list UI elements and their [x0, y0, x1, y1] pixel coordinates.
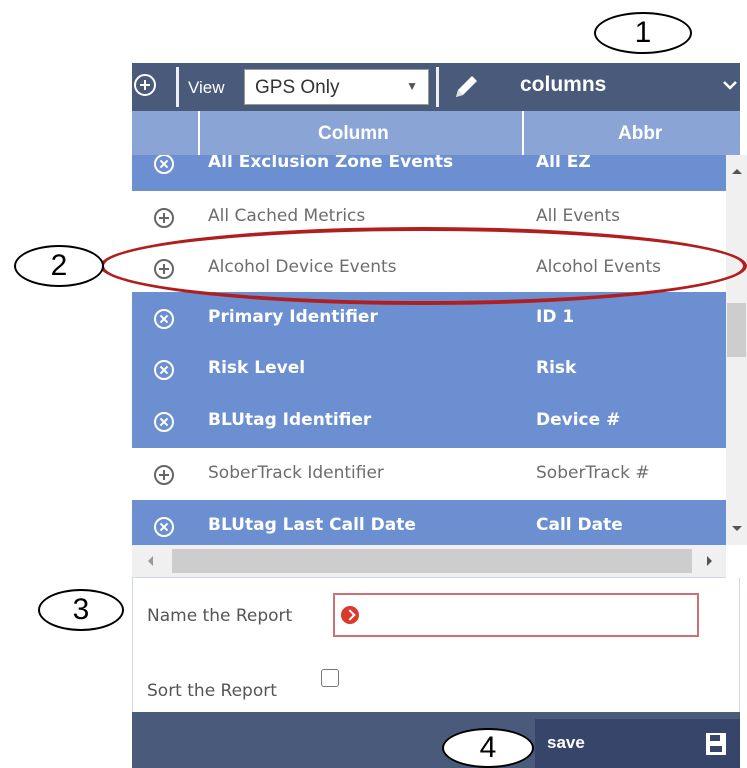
- save-label: save: [547, 733, 585, 752]
- callout-4: 4: [442, 728, 534, 768]
- add-circle-icon[interactable]: [154, 208, 174, 228]
- scroll-down-arrow-icon[interactable]: [732, 526, 742, 531]
- header-divider: [198, 111, 200, 155]
- remove-circle-icon[interactable]: [154, 517, 174, 537]
- pencil-icon[interactable]: [452, 71, 482, 101]
- header-divider: [522, 111, 524, 155]
- remove-circle-icon[interactable]: [154, 360, 174, 380]
- remove-circle-icon[interactable]: [154, 155, 174, 174]
- remove-circle-icon[interactable]: [154, 412, 174, 432]
- view-select-value: GPS Only: [255, 77, 340, 98]
- report-name-field[interactable]: [333, 593, 699, 637]
- row-name: SoberTrack Identifier: [208, 463, 384, 483]
- column-header[interactable]: Column: [318, 123, 389, 145]
- report-name-input[interactable]: [367, 599, 691, 633]
- toolbar-divider: [436, 67, 439, 107]
- row-abbr: ID 1: [536, 307, 575, 327]
- toolbar-divider: [176, 67, 179, 107]
- row-name: Primary Identifier: [208, 307, 378, 327]
- column-header-row: Column Abbr: [132, 111, 740, 155]
- save-button[interactable]: save: [535, 719, 740, 768]
- row-abbr: All EZ: [536, 155, 591, 172]
- horizontal-scrollbar[interactable]: [132, 545, 726, 578]
- callout-2: 2: [14, 245, 104, 287]
- row-abbr: Device #: [536, 410, 621, 430]
- toolbar: View GPS Only ▼ columns: [132, 63, 740, 111]
- row-name: All Cached Metrics: [208, 206, 366, 226]
- chevron-down-icon[interactable]: [722, 77, 738, 93]
- footer-bar: save: [132, 712, 740, 768]
- list-item[interactable]: All Exclusion Zone Events All EZ: [132, 155, 726, 191]
- vertical-scroll-thumb[interactable]: [727, 303, 746, 357]
- row-abbr: All Events: [536, 206, 621, 226]
- callout-3: 3: [38, 589, 124, 631]
- view-select[interactable]: GPS Only ▼: [244, 69, 429, 105]
- row-name: BLUtag Identifier: [208, 410, 372, 430]
- name-report-label: Name the Report: [147, 606, 293, 626]
- callout-1: 1: [594, 12, 692, 54]
- list-item[interactable]: SoberTrack Identifier SoberTrack #: [132, 448, 726, 502]
- select-arrow-icon: ▼: [406, 79, 418, 93]
- abbr-header[interactable]: Abbr: [618, 123, 662, 145]
- row-name: Risk Level: [208, 358, 306, 378]
- list-item[interactable]: Risk Level Risk: [132, 343, 726, 397]
- vertical-scrollbar[interactable]: [726, 155, 747, 545]
- row-name: BLUtag Last Call Date: [208, 515, 416, 535]
- list-item[interactable]: BLUtag Identifier Device #: [132, 395, 726, 449]
- row-name: All Exclusion Zone Events: [208, 155, 454, 172]
- scroll-up-arrow-icon[interactable]: [732, 169, 742, 174]
- highlight-ellipse: [100, 227, 747, 305]
- horizontal-scroll-thumb[interactable]: [172, 549, 692, 573]
- scroll-left-arrow-icon[interactable]: [148, 556, 153, 566]
- row-abbr: Risk: [536, 358, 577, 378]
- list-item[interactable]: BLUtag Last Call Date Call Date: [132, 500, 726, 545]
- view-label: View: [188, 78, 225, 97]
- plus-circle-icon[interactable]: [134, 74, 156, 96]
- remove-circle-icon[interactable]: [154, 309, 174, 329]
- column-list: All Exclusion Zone Events All EZ All Cac…: [132, 155, 726, 545]
- sort-report-checkbox[interactable]: [321, 669, 339, 687]
- row-abbr: SoberTrack #: [536, 463, 650, 483]
- report-form: Name the Report Sort the Report: [132, 578, 740, 712]
- row-abbr: Call Date: [536, 515, 623, 535]
- sort-report-label: Sort the Report: [147, 681, 277, 701]
- floppy-disk-icon: [706, 733, 726, 755]
- columns-dropdown-label[interactable]: columns: [520, 73, 606, 97]
- add-circle-icon[interactable]: [154, 465, 174, 485]
- arrow-right-circle-icon: [341, 606, 359, 624]
- scroll-right-arrow-icon[interactable]: [707, 556, 712, 566]
